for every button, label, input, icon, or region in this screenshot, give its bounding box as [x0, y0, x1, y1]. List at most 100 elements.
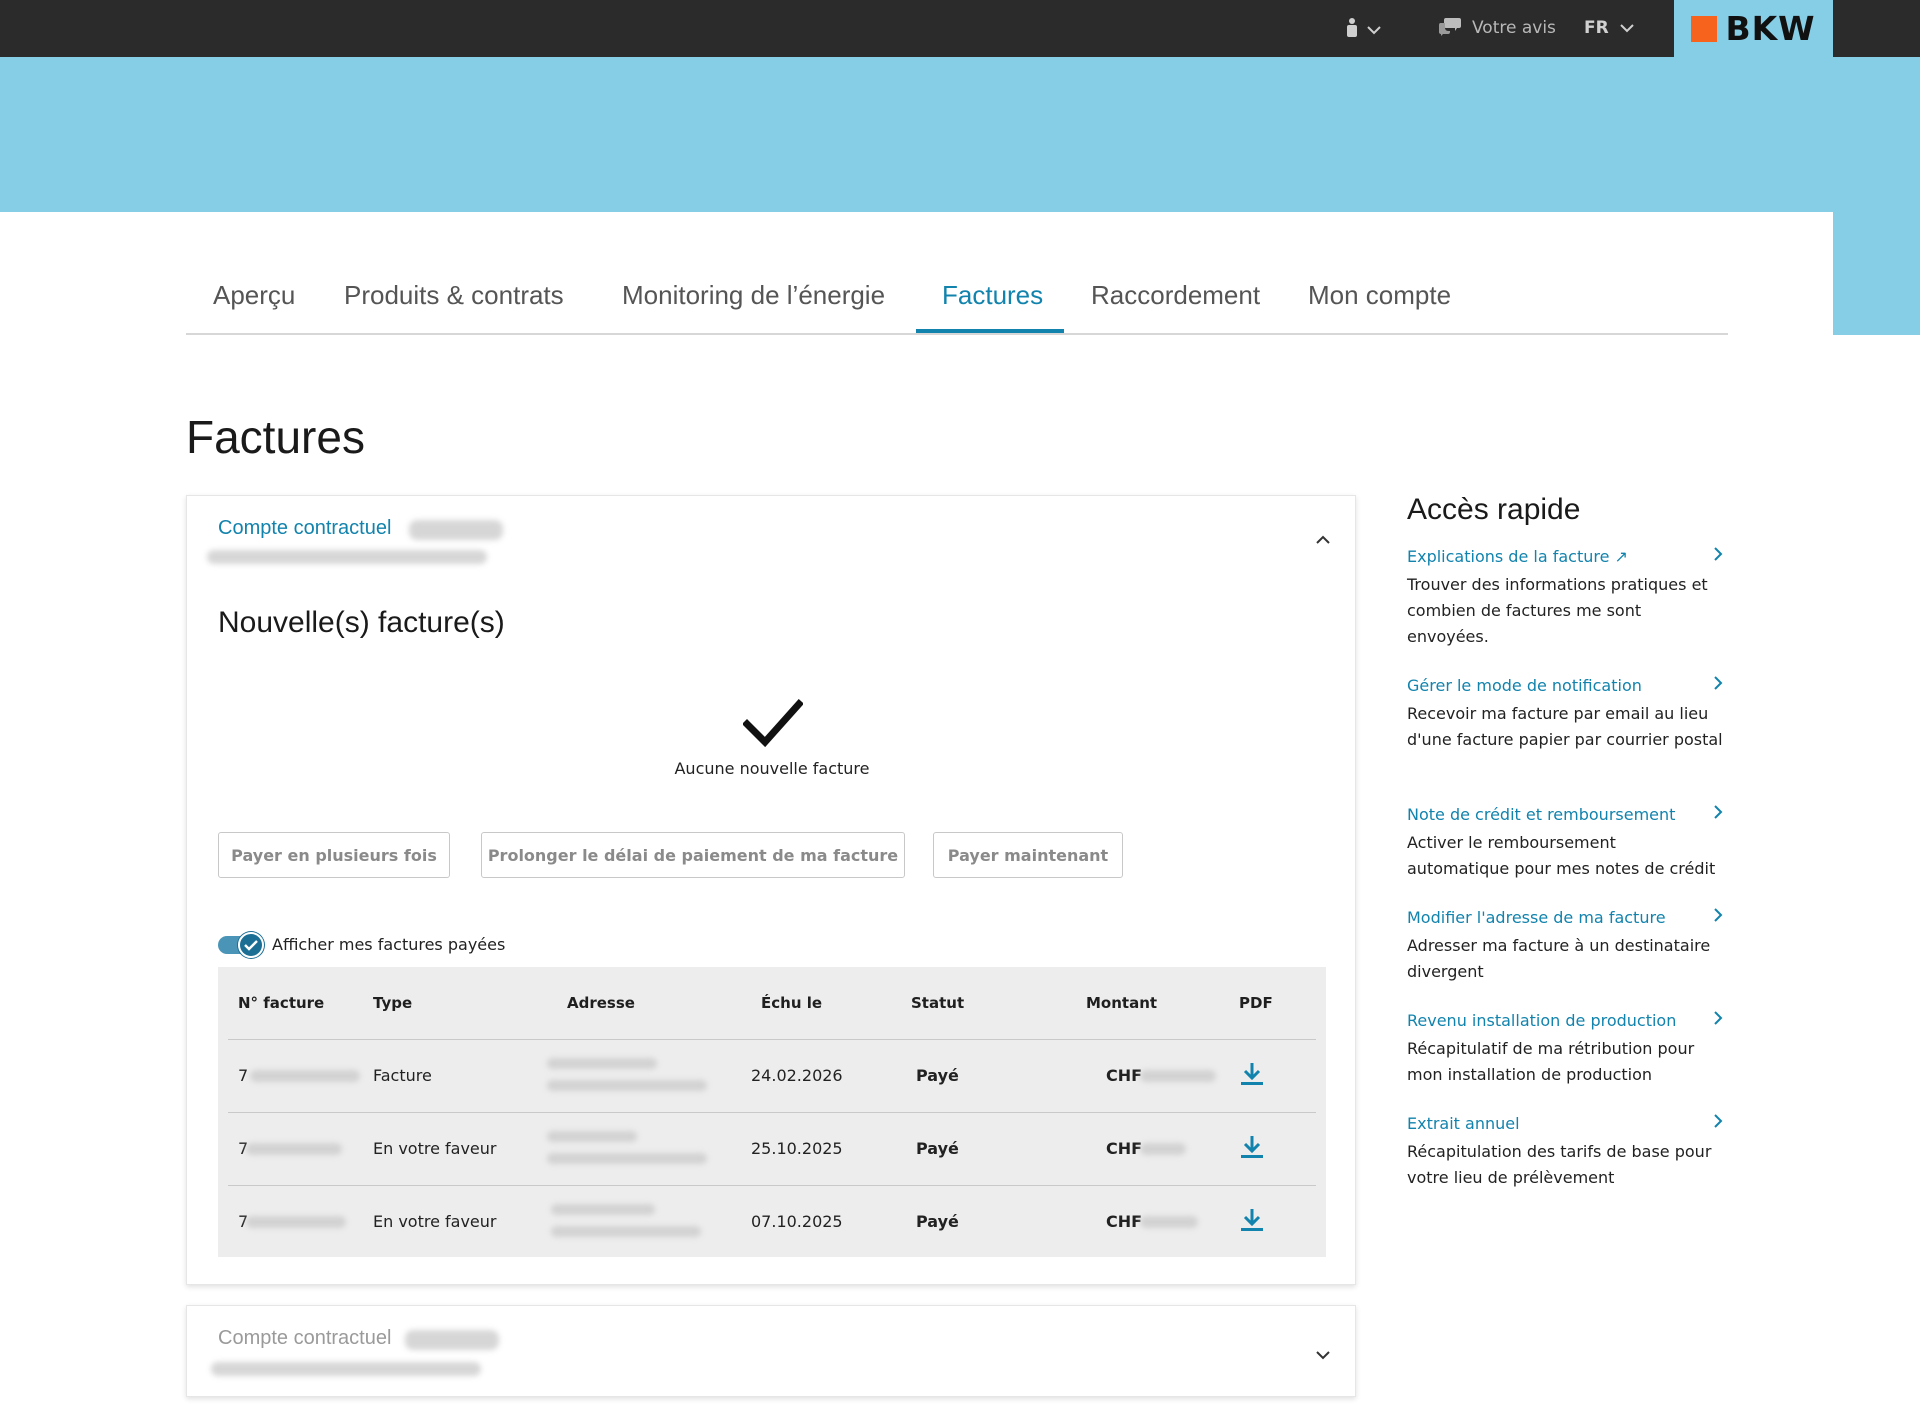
amount-cell: CHF [1076, 1185, 1239, 1258]
download-icon[interactable] [1239, 1207, 1265, 1237]
tab-mon-compte[interactable]: Mon compte [1308, 280, 1451, 311]
language-selector[interactable]: FR [1584, 14, 1635, 42]
invoice-number-cell: 7 [228, 1039, 373, 1113]
quick-link-description: Récapitulatif de ma rétribution pour mon… [1407, 1039, 1695, 1084]
redacted-invoice-number [246, 1142, 342, 1155]
redacted-account-address [211, 1362, 481, 1376]
address-cell [537, 1112, 751, 1186]
table-row[interactable]: 7 En votre faveur 07.10.2025 Payé CHF [228, 1185, 1316, 1258]
redacted-amount [1140, 1215, 1198, 1228]
quick-access-item: Gérer le mode de notification Recevoir m… [1407, 673, 1723, 753]
address-cell [537, 1039, 751, 1113]
header-status: Statut [901, 967, 1076, 1040]
quick-link-label: Modifier l'adresse de ma facture [1407, 907, 1666, 927]
top-bar: Votre avis FR BKW [0, 0, 1920, 57]
redacted-amount [1140, 1069, 1216, 1082]
table-row[interactable]: 7 Facture 24.02.2026 Payé CHF [228, 1039, 1316, 1113]
extend-deadline-button[interactable]: Prolonger le délai de paiement de ma fac… [481, 832, 905, 878]
quick-link-notification-mode[interactable]: Gérer le mode de notification [1407, 673, 1723, 697]
pdf-cell [1239, 1112, 1316, 1186]
account-card-collapsed[interactable]: Compte contractuel [186, 1305, 1356, 1397]
account-label[interactable]: Compte contractuel [218, 517, 391, 540]
tab-factures[interactable]: Factures [942, 280, 1043, 311]
show-paid-toggle-row: Afficher mes factures payées [218, 929, 505, 959]
pay-installments-button[interactable]: Payer en plusieurs fois [218, 832, 450, 878]
tab-raccordement[interactable]: Raccordement [1091, 280, 1260, 311]
quick-link-annual-statement[interactable]: Extrait annuel [1407, 1111, 1723, 1135]
main-tabs: Aperçu Produits & contrats Monitoring de… [186, 268, 1728, 335]
table-header-row: N° facture Type Adresse Échu le Statut M… [228, 967, 1316, 1040]
quick-link-description: Activer le remboursement automatique pou… [1407, 833, 1716, 878]
redacted-address-line [547, 1079, 707, 1091]
page-title: Factures [186, 411, 365, 463]
quick-access-item: Note de crédit et remboursement Activer … [1407, 802, 1723, 882]
amount-cell: CHF [1076, 1039, 1239, 1113]
chevron-right-icon [1713, 675, 1723, 695]
currency-label: CHF [1106, 1066, 1143, 1085]
invoice-number-cell: 7 [228, 1185, 373, 1258]
tab-produits-contrats[interactable]: Produits & contrats [344, 280, 564, 311]
quick-access-item: Revenu installation de production Récapi… [1407, 1008, 1723, 1088]
language-label: FR [1584, 18, 1609, 38]
tab-apercu[interactable]: Aperçu [213, 280, 295, 311]
expand-button[interactable] [1309, 1341, 1337, 1369]
download-icon[interactable] [1239, 1061, 1265, 1091]
quick-link-label: Note de crédit et remboursement [1407, 804, 1676, 824]
empty-state-text: Aucune nouvelle facture [674, 759, 870, 778]
pay-now-button[interactable]: Payer maintenant [933, 832, 1123, 878]
bkw-logo[interactable]: BKW [1674, 0, 1833, 57]
due-date-cell: 07.10.2025 [751, 1212, 843, 1232]
redacted-address-line [551, 1225, 701, 1237]
feedback-link[interactable]: Votre avis [1438, 14, 1556, 42]
chevron-right-icon [1713, 804, 1723, 824]
table-row[interactable]: 7 En votre faveur 25.10.2025 Payé CHF [228, 1112, 1316, 1186]
chevron-right-icon [1713, 546, 1723, 566]
redacted-address-line [551, 1203, 655, 1215]
show-paid-label[interactable]: Afficher mes factures payées [272, 935, 505, 954]
chat-bubbles-icon [1438, 16, 1462, 41]
quick-link-description: Adresser ma facture à un destinataire di… [1407, 936, 1711, 981]
download-icon[interactable] [1239, 1134, 1265, 1164]
pdf-cell [1239, 1039, 1316, 1113]
header-due-date: Échu le [751, 967, 901, 1040]
redacted-invoice-number [250, 1069, 360, 1082]
chevron-down-icon [1619, 18, 1635, 38]
address-cell [537, 1185, 751, 1258]
redacted-invoice-number [246, 1215, 346, 1228]
quick-link-invoice-address[interactable]: Modifier l'adresse de ma facture [1407, 905, 1723, 929]
logo-text: BKW [1725, 9, 1816, 48]
quick-link-label: Extrait annuel [1407, 1113, 1520, 1133]
quick-link-description: Trouver des informations pratiques et co… [1407, 575, 1708, 646]
redacted-address-line [547, 1130, 637, 1142]
chevron-right-icon [1713, 907, 1723, 927]
redacted-account-address [207, 550, 487, 564]
tab-monitoring-energie[interactable]: Monitoring de l’énergie [622, 280, 885, 311]
status-cell: Payé [901, 1112, 1076, 1186]
account-label[interactable]: Compte contractuel [218, 1327, 391, 1350]
redacted-account-number [405, 1330, 499, 1350]
active-tab-indicator [916, 329, 1064, 333]
quick-link-label: Explications de la facture ↗ [1407, 546, 1628, 566]
invoice-number-cell: 7 [228, 1112, 373, 1186]
quick-link-label: Gérer le mode de notification [1407, 675, 1642, 695]
due-date-cell: 25.10.2025 [751, 1112, 901, 1186]
user-menu[interactable] [1346, 17, 1394, 41]
show-paid-toggle[interactable] [218, 932, 264, 958]
header-pdf: PDF [1239, 967, 1316, 1040]
currency-label: CHF [1106, 1212, 1143, 1232]
type-cell: Facture [373, 1039, 537, 1113]
quick-link-invoice-explanations[interactable]: Explications de la facture ↗ [1407, 544, 1723, 568]
quick-link-production-revenue[interactable]: Revenu installation de production [1407, 1008, 1723, 1032]
quick-access-item: Explications de la facture ↗ Trouver des… [1407, 544, 1723, 650]
check-icon [238, 932, 264, 958]
collapse-button[interactable] [1309, 526, 1337, 554]
invoices-table: N° facture Type Adresse Échu le Statut M… [218, 967, 1326, 1257]
quick-link-credit-note[interactable]: Note de crédit et remboursement [1407, 802, 1723, 826]
quick-link-label: Revenu installation de production [1407, 1010, 1677, 1030]
quick-access-item: Extrait annuel Récapitulation des tarifs… [1407, 1111, 1723, 1191]
due-date-cell: 24.02.2026 [751, 1039, 901, 1113]
chevron-down-icon [1366, 20, 1382, 39]
quick-link-description: Récapitulation des tarifs de base pour v… [1407, 1142, 1712, 1187]
status-cell: Payé [901, 1039, 1076, 1113]
currency-label: CHF [1106, 1139, 1143, 1158]
